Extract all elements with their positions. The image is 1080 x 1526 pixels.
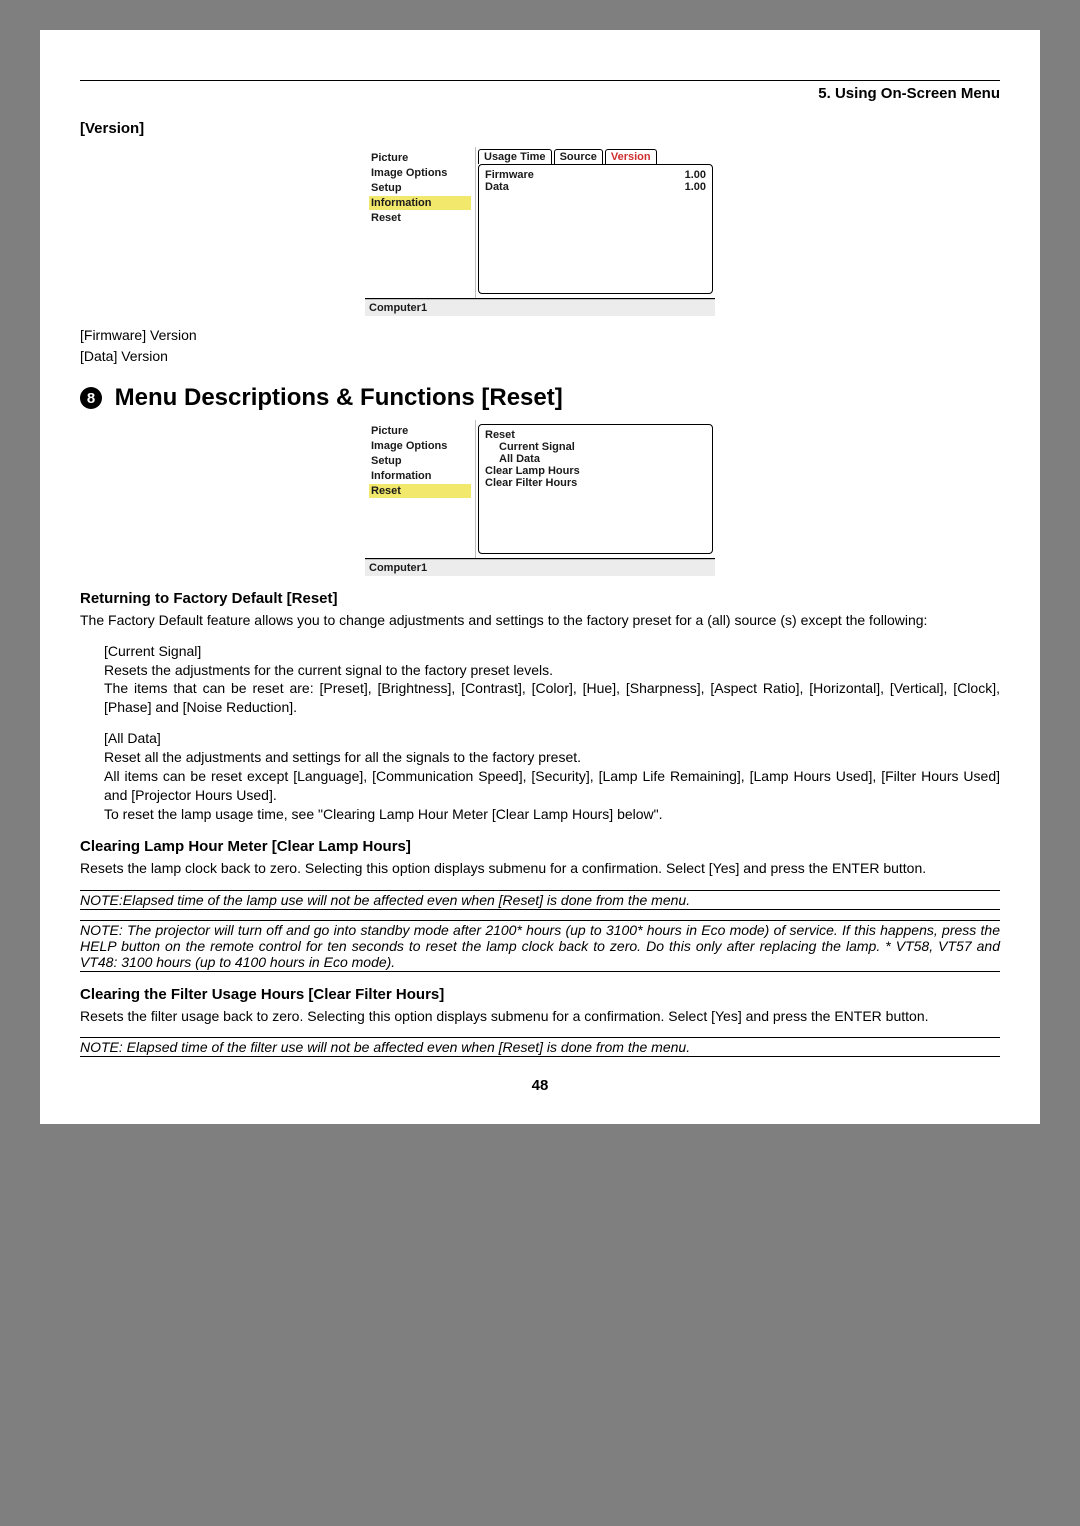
osd-menu-item[interactable]: Reset — [369, 484, 471, 498]
manual-page: 5. Using On-Screen Menu [Version] Pictur… — [40, 30, 1040, 1124]
clear-filter-title: Clearing the Filter Usage Hours [Clear F… — [80, 986, 1000, 1003]
osd-menu-item[interactable]: Image Options — [369, 439, 471, 453]
osd-screenshot-version: PictureImage OptionsSetupInformationRese… — [365, 147, 715, 316]
osd-status-bar: Computer1 — [365, 299, 715, 316]
current-signal-label: [Current Signal] — [104, 642, 1000, 661]
filter-note: NOTE: Elapsed time of the filter use wil… — [80, 1037, 1000, 1057]
reset-heading: 8 Menu Descriptions & Functions [Reset] — [80, 384, 1000, 412]
osd-panel-item[interactable]: All Data — [485, 453, 706, 465]
osd-menu-item[interactable]: Image Options — [369, 166, 471, 180]
osd-tab[interactable]: Usage Time — [478, 149, 552, 164]
lamp-note2: NOTE: The projector will turn off and go… — [80, 920, 1000, 972]
osd-left-menu: PictureImage OptionsSetupInformationRese… — [365, 420, 476, 558]
osd-menu-item[interactable]: Setup — [369, 181, 471, 195]
osd-panel-item[interactable]: Clear Filter Hours — [485, 477, 706, 489]
clear-lamp-title: Clearing Lamp Hour Meter [Clear Lamp Hou… — [80, 838, 1000, 855]
osd-panel-row: Data1.00 — [485, 181, 706, 193]
factory-default-title: Returning to Factory Default [Reset] — [80, 590, 1000, 607]
clear-lamp-body: Resets the lamp clock back to zero. Sele… — [80, 859, 1000, 878]
all-data-line2: All items can be reset except [Language]… — [104, 767, 1000, 805]
header-rule — [80, 80, 1000, 81]
osd-screenshot-reset: PictureImage OptionsSetupInformationRese… — [365, 420, 715, 576]
current-signal-line1: Resets the adjustments for the current s… — [104, 661, 1000, 680]
firmware-version-line: [Firmware] Version — [80, 326, 1000, 345]
osd-menu-item[interactable]: Information — [369, 196, 471, 210]
osd-tab[interactable]: Version — [605, 149, 657, 164]
osd-status-bar: Computer1 — [365, 559, 715, 576]
osd-menu-item[interactable]: Picture — [369, 424, 471, 438]
data-version-line: [Data] Version — [80, 347, 1000, 366]
version-label: [Version] — [80, 120, 1000, 137]
osd-menu-item[interactable]: Reset — [369, 211, 471, 225]
osd-menu-item[interactable]: Picture — [369, 151, 471, 165]
osd-panel: Firmware1.00Data1.00 — [478, 164, 713, 294]
osd-tab[interactable]: Source — [554, 149, 603, 164]
osd-menu-item[interactable]: Information — [369, 469, 471, 483]
osd-tabs: Usage TimeSourceVersion — [476, 147, 715, 164]
all-data-label: [All Data] — [104, 729, 1000, 748]
current-signal-line2: The items that can be reset are: [Preset… — [104, 679, 1000, 717]
osd-panel-item[interactable]: Clear Lamp Hours — [485, 465, 706, 477]
section-number-icon: 8 — [80, 387, 102, 409]
osd-menu-item[interactable]: Setup — [369, 454, 471, 468]
all-data-line1: Reset all the adjustments and settings f… — [104, 748, 1000, 767]
osd-left-menu: PictureImage OptionsSetupInformationRese… — [365, 147, 476, 298]
osd-panel-row: Firmware1.00 — [485, 169, 706, 181]
lamp-note1: NOTE:Elapsed time of the lamp use will n… — [80, 890, 1000, 910]
clear-filter-body: Resets the filter usage back to zero. Se… — [80, 1007, 1000, 1026]
osd-panel-title: Reset — [485, 429, 706, 441]
all-data-line3: To reset the lamp usage time, see "Clear… — [104, 805, 1000, 824]
osd-panel-item[interactable]: Current Signal — [485, 441, 706, 453]
chapter-title: 5. Using On-Screen Menu — [818, 85, 1000, 102]
page-number: 48 — [80, 1077, 1000, 1094]
osd-panel: ResetCurrent SignalAll DataClear Lamp Ho… — [478, 424, 713, 554]
chapter-header: 5. Using On-Screen Menu — [80, 85, 1000, 102]
factory-intro: The Factory Default feature allows you t… — [80, 611, 1000, 630]
reset-heading-text: Menu Descriptions & Functions [Reset] — [115, 384, 563, 411]
